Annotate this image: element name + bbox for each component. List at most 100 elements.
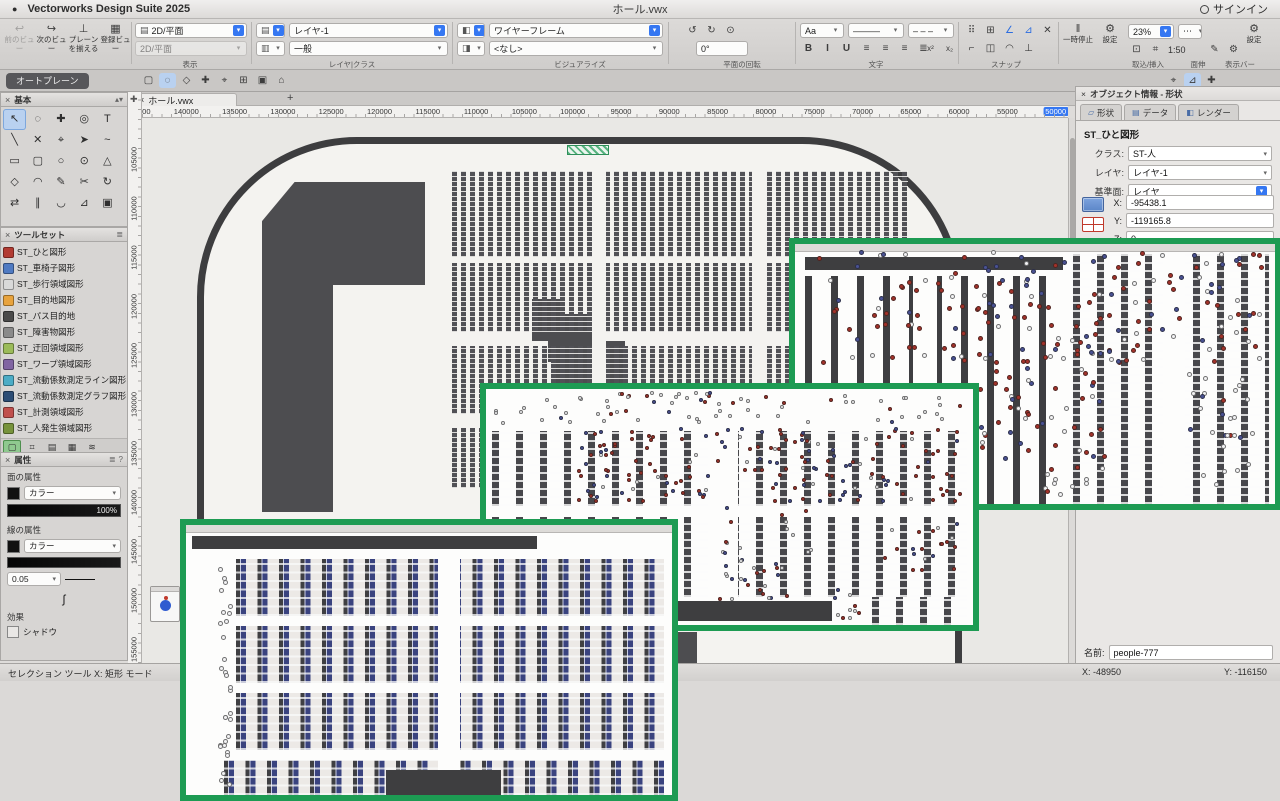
object-info-header[interactable]: × オブジェクト情報 - 形状 (1076, 87, 1280, 101)
more-options-select[interactable]: ⋯▾ (1178, 24, 1202, 39)
object-info-tab[interactable]: ◧ レンダー (1178, 104, 1239, 120)
basic-tool[interactable]: ⇄ (3, 193, 26, 214)
class-select[interactable]: ST-人▾ (1128, 146, 1272, 161)
basic-tool[interactable]: ∥ (26, 193, 49, 214)
layer-options-button[interactable]: ▤▾ (256, 23, 285, 38)
snap-icon[interactable]: ⊿ (1020, 23, 1037, 38)
fill-type-select[interactable]: カラー▾ (24, 486, 121, 500)
basic-tool[interactable]: ◇ (3, 172, 26, 193)
fill-color-bar[interactable]: 100% (7, 504, 121, 517)
basic-tool[interactable]: ◠ (26, 172, 49, 193)
x-field[interactable]: -95438.1 (1126, 195, 1274, 210)
snap-icon[interactable]: ◫ (982, 41, 999, 56)
basic-tool[interactable]: ↖ (3, 109, 26, 130)
text-script-icon[interactable]: x₂ (941, 41, 958, 56)
basic-tool[interactable]: ⊙ (73, 151, 96, 172)
close-icon[interactable]: × (5, 95, 10, 105)
sign-in-menu[interactable]: サインイン (1200, 1, 1268, 17)
basic-tool[interactable]: ✕ (26, 130, 49, 151)
help-icon[interactable]: ? (119, 455, 123, 464)
stage-block-upper[interactable] (262, 182, 425, 285)
stage-block-tower[interactable] (262, 285, 333, 512)
document-tab[interactable]: × ホール.vwx (133, 93, 237, 106)
basic-tool[interactable]: △ (96, 151, 119, 172)
view-bar-settings-button[interactable]: ⚙ 設定 (1238, 23, 1270, 45)
menu-icon[interactable]: ≣ (109, 455, 116, 464)
basic-tool[interactable]: T (96, 109, 119, 130)
toolset-item[interactable]: ST_障害物図形 (3, 324, 127, 340)
zoom-tool-icon[interactable]: ⊡ (1128, 42, 1145, 57)
selection-mode-icon[interactable]: ◌ (159, 73, 176, 88)
attributes-palette-header[interactable]: × 属性 ≣ ? (1, 453, 127, 467)
annotation-icon[interactable]: ✎ (1206, 42, 1223, 57)
basic-palette-header[interactable]: × 基本 ▴▾ (1, 93, 127, 107)
pause-button[interactable]: ‖ 一時停止 (1062, 23, 1094, 45)
basic-tool[interactable]: ◌ (26, 109, 49, 130)
basic-tool[interactable]: ✚ (49, 109, 72, 130)
render-options-button[interactable]: ◧▾ (457, 23, 485, 38)
basic-tool[interactable]: ⌖ (49, 130, 72, 151)
close-icon[interactable]: × (5, 230, 10, 240)
text-script-icon[interactable]: x² (922, 41, 939, 56)
toolset-item[interactable]: ST_ひと図形 (3, 244, 127, 260)
settings-button[interactable]: ⚙ 設定 (1094, 23, 1126, 45)
background-render-select[interactable]: <なし>▾ (489, 41, 663, 56)
basic-tool[interactable]: ▢ (26, 151, 49, 172)
background-render-options-button[interactable]: ◨▾ (457, 41, 485, 56)
plane-rotation-icon[interactable]: ⊙ (722, 23, 739, 38)
text-format-button[interactable]: I (819, 41, 836, 56)
basic-tool[interactable]: ✂ (73, 172, 96, 193)
toolset-item[interactable]: ST_歩行領域図形 (3, 276, 127, 292)
toolset-item[interactable]: ST_流動係数測定グラフ図形 (3, 388, 127, 404)
toolset-item[interactable]: ST_パス目的地 (3, 308, 127, 324)
drawing-scale[interactable]: 1:50 (1168, 45, 1186, 55)
toolset-item[interactable]: ST_流動係数測定ライン図形 (3, 372, 127, 388)
text-align-icon[interactable]: ≡ (858, 41, 875, 56)
render-mode-select[interactable]: ワイヤーフレーム▾ (489, 23, 663, 38)
new-tab-button[interactable]: + (287, 92, 293, 104)
basic-tool[interactable]: ▭ (3, 151, 26, 172)
selection-mode-icon[interactable]: ▢ (140, 73, 157, 88)
basic-tool[interactable]: ~ (96, 130, 119, 151)
text-style-select[interactable]: Aa▾ (800, 23, 844, 38)
object-info-tab[interactable]: ▤ データ (1124, 104, 1176, 120)
selection-mode-icon[interactable]: ⌖ (216, 73, 233, 88)
symbol-preview[interactable] (150, 586, 180, 622)
toolset-item[interactable]: ST_目的地図形 (3, 292, 127, 308)
basic-tool[interactable]: ➤ (73, 130, 96, 151)
snap-icon[interactable]: ◠ (1001, 41, 1018, 56)
snap-icon[interactable]: ⊥ (1020, 41, 1037, 56)
toolset-item[interactable]: ST_ワープ領域図形 (3, 356, 127, 372)
snap-icon[interactable]: ✕ (1039, 23, 1056, 38)
text-format-button[interactable]: B (800, 41, 817, 56)
close-icon[interactable]: × (5, 455, 10, 465)
basic-tool[interactable]: ○ (49, 151, 72, 172)
view-nav-button[interactable]: ▦ 登録ビュー (100, 23, 131, 53)
snap-icon[interactable]: ⌐ (963, 41, 980, 56)
snap-icon[interactable]: ∠ (1001, 23, 1018, 38)
pen-color-bar[interactable] (7, 557, 121, 568)
layer-select[interactable]: レイヤ-1▾ (289, 23, 448, 38)
layer-select[interactable]: レイヤ-1▾ (1128, 165, 1272, 180)
view-mode-select[interactable]: ▤ 2D/平面▾ (135, 23, 247, 38)
snap-icon[interactable]: ⠿ (963, 23, 980, 38)
close-icon[interactable]: × (1081, 89, 1086, 99)
toolset-palette-header[interactable]: × ツールセット ≣ (1, 228, 127, 242)
y-field[interactable]: -119165.8 (1126, 213, 1274, 228)
selection-mode-icon[interactable]: ⌂ (273, 73, 290, 88)
origin-icon[interactable] (1082, 217, 1104, 232)
basic-tool[interactable]: ╲ (3, 130, 26, 151)
view-nav-button[interactable]: ↪ 次のビュー (36, 23, 67, 53)
text-format-button[interactable]: U (838, 41, 855, 56)
basic-tool[interactable]: ◡ (49, 193, 72, 214)
selection-mode-icon[interactable]: ✚ (197, 73, 214, 88)
plane-mode-chip[interactable]: オートプレーン (6, 73, 89, 89)
marker-style-select[interactable]: – – –▾ (908, 23, 954, 38)
toolset-item[interactable]: ST_人発生領域図形 (3, 420, 127, 436)
move-page-icon[interactable]: ✚ (130, 94, 138, 105)
pen-color-swatch[interactable] (7, 540, 20, 553)
scroll-arrows-icon[interactable]: ▴▾ (115, 95, 123, 104)
snap-icon[interactable]: ⊞ (982, 23, 999, 38)
line-weight-select[interactable]: 0.05▾ (7, 572, 61, 586)
rotation-angle-field[interactable]: 0° (696, 41, 748, 56)
